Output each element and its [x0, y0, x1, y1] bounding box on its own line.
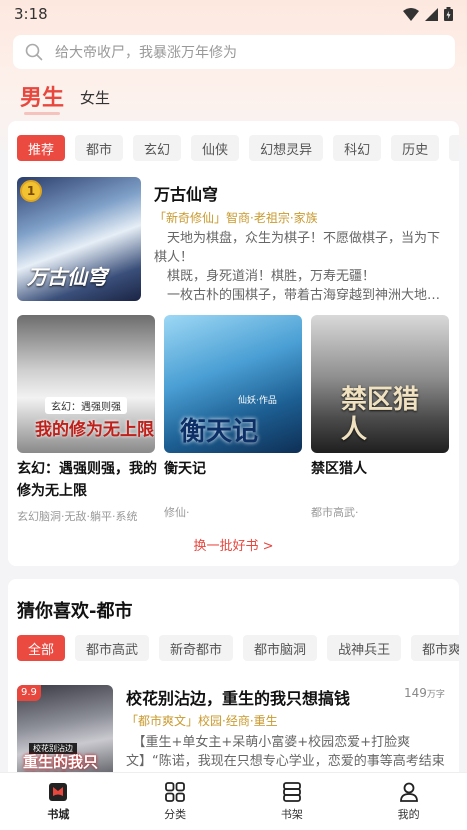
chip-city-cool[interactable]: 都市爽文	[411, 635, 459, 661]
chip-new-city[interactable]: 新奇都市	[159, 635, 234, 661]
chip-history[interactable]: 历史	[391, 135, 440, 161]
book2-cover-author: 仙妖·作品	[238, 396, 277, 406]
chip-city[interactable]: 都市	[75, 135, 124, 161]
book1-tags: 玄幻脑洞·无敌·躺平·系统	[17, 510, 138, 523]
chip-xianxia[interactable]: 仙侠	[191, 135, 240, 161]
chip-recommend[interactable]: 推荐	[17, 135, 66, 161]
tab-male[interactable]: 男生	[20, 80, 64, 115]
nav-bookstore-label: 书城	[47, 808, 70, 821]
top-book-title[interactable]: 万古仙穹	[154, 181, 218, 205]
book1-title[interactable]: 玄幻：遇强则强，我的修为无上限	[17, 458, 157, 502]
chip-city-brainhole[interactable]: 都市脑洞	[243, 635, 318, 661]
search-placeholder: 给大帝收尸，我暴涨万年修为	[55, 45, 237, 61]
guess-book-tags: 「都市爽文」校园·经商·重生	[126, 714, 278, 728]
chip-city-martial[interactable]: 都市高武	[75, 635, 150, 661]
guess-word-count: 149万字	[404, 686, 445, 700]
nav-bookshelf-label: 书架	[280, 808, 303, 821]
battery-icon	[444, 7, 453, 21]
top-book-cover-title: 万古仙穹	[27, 265, 107, 289]
guess-book-description: 【重生+单女主+呆萌小富婆+校园恋爱+打脸爽文】“陈诺，我现在只想专心学业，恋爱…	[126, 735, 445, 769]
category-grid-icon	[165, 782, 186, 802]
word-count-number: 149	[404, 686, 427, 700]
profile-icon	[399, 782, 418, 802]
book3-cover-title: 禁区猎人	[341, 385, 420, 445]
status-bar: 3:18	[0, 0, 467, 28]
nav-profile-label: 我的	[397, 808, 420, 821]
chip-war-god[interactable]: 战神兵王	[327, 635, 402, 661]
book1-cover-title: 我的修为无上限	[35, 420, 154, 440]
bottom-navigation: 书城 分类 书架 我的	[0, 772, 467, 830]
nav-bookshelf[interactable]: 书架	[257, 781, 327, 822]
book2-title[interactable]: 衡天记	[164, 458, 304, 480]
book3-tags: 都市高武·	[311, 506, 359, 519]
chip-military[interactable]: 军	[449, 135, 459, 161]
nav-profile[interactable]: 我的	[374, 781, 444, 822]
search-bar[interactable]: 给大帝收尸，我暴涨万年修为	[13, 35, 455, 69]
bookstore-icon	[49, 783, 68, 801]
top-book-tags: 「新奇修仙」智商·老祖宗·家族	[154, 211, 318, 225]
book1-cover[interactable]: 玄幻：遇强则强 我的修为无上限	[17, 315, 155, 453]
chip-scifi[interactable]: 科幻	[333, 135, 382, 161]
book2-cover-title: 衡天记	[180, 417, 259, 447]
chip-all[interactable]: 全部	[17, 635, 66, 661]
signal-icon	[425, 7, 438, 21]
chip-fantasy[interactable]: 玄幻	[133, 135, 182, 161]
refresh-books-link[interactable]: 换一批好书 >	[8, 535, 459, 554]
wifi-icon	[403, 7, 419, 21]
guess-card: 猜你喜欢-都市 全部 都市高武 新奇都市 都市脑洞 战神兵王 都市爽文 9.9 …	[8, 579, 459, 779]
book2-tags: 修仙·	[164, 506, 190, 519]
nav-bookstore[interactable]: 书城	[23, 781, 93, 822]
guess-category-chips: 全部 都市高武 新奇都市 都市脑洞 战神兵王 都市爽文	[17, 635, 459, 661]
book2-cover[interactable]: 仙妖·作品 衡天记	[164, 315, 302, 453]
guess-section-title: 猜你喜欢-都市	[17, 601, 133, 622]
nav-category[interactable]: 分类	[140, 781, 210, 822]
featured-category-chips: 推荐 都市 玄幻 仙侠 幻想灵异 科幻 历史 军	[17, 135, 459, 161]
top-book-description: 天地为棋盘，众生为棋子！不愿做棋子，当为下棋人！ 棋既，身死道消！棋胜，万寿无疆…	[154, 231, 441, 303]
status-icons	[403, 7, 453, 21]
gender-tabs: 男生 女生	[20, 80, 110, 115]
top-book-cover[interactable]: 1 万古仙穹	[17, 177, 141, 301]
word-count-unit: 万字	[426, 690, 445, 700]
guess-book-cover[interactable]: 9.9 校花别沾边 重生的我只想搞钱	[17, 685, 113, 779]
score-badge: 9.9	[17, 685, 41, 701]
book1-cover-banner: 玄幻：遇强则强	[45, 397, 127, 414]
tab-female[interactable]: 女生	[80, 87, 110, 112]
book3-cover[interactable]: 禁区猎人	[311, 315, 449, 453]
rank-badge: 1	[20, 180, 42, 202]
status-time: 3:18	[14, 5, 48, 23]
chip-supernatural[interactable]: 幻想灵异	[249, 135, 324, 161]
guess-book-title[interactable]: 校花别沾边，重生的我只想搞钱	[126, 685, 350, 709]
bookshelf-icon	[282, 782, 301, 802]
search-icon	[25, 43, 43, 61]
nav-category-label: 分类	[164, 808, 187, 821]
book3-title[interactable]: 禁区猎人	[311, 458, 451, 480]
featured-card: 推荐 都市 玄幻 仙侠 幻想灵异 科幻 历史 军 1 万古仙穹 万古仙穹 「新奇…	[8, 121, 459, 566]
